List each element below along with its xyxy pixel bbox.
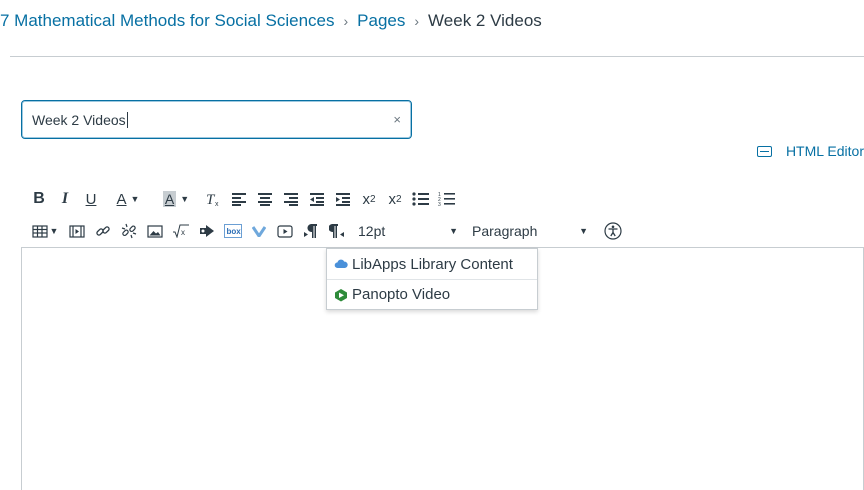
align-left-icon: [232, 193, 246, 206]
subscript-icon: x: [388, 190, 396, 208]
font-size-select[interactable]: 12pt ▼: [358, 223, 458, 239]
subscript-mark: 2: [395, 193, 402, 205]
youtube-button[interactable]: [274, 220, 296, 242]
block-format-value: Paragraph: [472, 223, 538, 239]
image-icon: [147, 224, 163, 238]
box-integration-button[interactable]: box: [222, 220, 244, 242]
keyboard-icon: [756, 145, 772, 157]
table-icon: [31, 224, 48, 238]
text-caret: [126, 111, 128, 128]
breadcrumb-course-link[interactable]: 7 Mathematical Methods for Social Scienc…: [0, 11, 335, 31]
html-editor-toggle[interactable]: HTML Editor: [756, 143, 864, 159]
formatting-toolbar-row-1: B I U A ▼ A ▼ Tx x2 x2 123: [28, 188, 462, 210]
paragraph-ltr-icon: [304, 224, 317, 238]
chevron-down-icon: ▼: [449, 226, 458, 236]
align-left-button[interactable]: [228, 188, 250, 210]
chevron-down-icon: ▼: [579, 226, 588, 236]
dropdown-item-panopto[interactable]: Panopto Video: [327, 279, 537, 309]
clear-formatting-icon: Tx: [206, 192, 219, 207]
font-size-value: 12pt: [358, 223, 386, 239]
square-root-icon: x: [173, 224, 189, 238]
paragraph-rtl-icon: [329, 224, 344, 238]
film-icon: [69, 224, 85, 238]
breadcrumb-pages-link[interactable]: Pages: [357, 11, 405, 31]
outdent-button[interactable]: [306, 188, 328, 210]
page-title-field[interactable]: Week 2 Videos ×: [21, 100, 412, 139]
text-color-button[interactable]: A ▼: [106, 188, 150, 210]
vimeo-icon: [252, 226, 266, 237]
clear-formatting-button[interactable]: Tx: [202, 188, 224, 210]
accessibility-icon: [604, 222, 622, 240]
svg-text:x: x: [215, 201, 219, 207]
insert-link-button[interactable]: [92, 220, 114, 242]
plug-arrow-icon: [200, 225, 214, 237]
box-icon: box: [224, 224, 242, 238]
bullet-list-button[interactable]: [410, 188, 432, 210]
clear-title-button[interactable]: ×: [393, 112, 401, 127]
superscript-button[interactable]: x2: [358, 188, 380, 210]
svg-text:x: x: [181, 228, 185, 237]
numbered-list-button[interactable]: 123: [436, 188, 458, 210]
math-equation-button[interactable]: x: [170, 220, 192, 242]
header-divider: [10, 56, 864, 57]
chevron-down-icon: ▼: [49, 226, 59, 236]
panopto-icon: [335, 288, 347, 301]
formatting-toolbar-row-2: ▼ x box 12pt ▼ Paragraph ▼: [28, 220, 628, 242]
link-icon: [96, 226, 110, 236]
breadcrumb-separator: ›: [343, 13, 349, 29]
subscript-button[interactable]: x2: [384, 188, 406, 210]
svg-text:3: 3: [438, 202, 441, 207]
unlink-icon: [121, 223, 137, 239]
align-right-button[interactable]: [280, 188, 302, 210]
cloud-icon: [334, 259, 348, 268]
background-color-icon: A: [162, 191, 177, 207]
underline-button[interactable]: U: [80, 188, 102, 210]
external-tools-button[interactable]: [196, 220, 218, 242]
vimeo-button[interactable]: [248, 220, 270, 242]
align-center-button[interactable]: [254, 188, 276, 210]
svg-text:box: box: [227, 227, 242, 236]
unlink-button[interactable]: [118, 220, 140, 242]
italic-button[interactable]: I: [54, 188, 76, 210]
dropdown-item-libapps[interactable]: LibApps Library Content: [327, 249, 537, 279]
align-center-icon: [258, 193, 272, 206]
background-color-button[interactable]: A ▼: [154, 188, 198, 210]
indent-icon: [336, 193, 350, 206]
rtl-direction-button[interactable]: [326, 220, 348, 242]
dropdown-item-label: Panopto Video: [352, 286, 451, 303]
numbered-list-icon: 123: [438, 192, 455, 207]
ltr-direction-button[interactable]: [300, 220, 322, 242]
insert-image-button[interactable]: [144, 220, 166, 242]
media-button[interactable]: [66, 220, 88, 242]
superscript-icon: x: [362, 190, 370, 208]
breadcrumb-current: Week 2 Videos: [428, 11, 542, 30]
text-color-icon: A: [116, 190, 127, 208]
superscript-mark: 2: [369, 193, 376, 205]
breadcrumb: 7 Mathematical Methods for Social Scienc…: [0, 9, 542, 33]
bold-button[interactable]: B: [28, 188, 50, 210]
dropdown-item-label: LibApps Library Content: [352, 255, 513, 273]
outdent-icon: [310, 193, 324, 206]
bullet-list-icon: [412, 192, 429, 206]
external-tools-dropdown: LibApps Library Content Panopto Video: [326, 248, 538, 310]
block-format-select[interactable]: Paragraph ▼: [472, 223, 588, 239]
align-right-icon: [284, 193, 298, 206]
table-button[interactable]: ▼: [28, 220, 62, 242]
play-icon: [277, 224, 293, 238]
page-title-input[interactable]: Week 2 Videos: [32, 112, 126, 128]
indent-button[interactable]: [332, 188, 354, 210]
accessibility-checker-button[interactable]: [602, 220, 624, 242]
breadcrumb-separator: ›: [414, 13, 420, 29]
chevron-down-icon: ▼: [130, 194, 140, 204]
chevron-down-icon: ▼: [180, 194, 190, 204]
html-editor-label: HTML Editor: [785, 143, 864, 159]
